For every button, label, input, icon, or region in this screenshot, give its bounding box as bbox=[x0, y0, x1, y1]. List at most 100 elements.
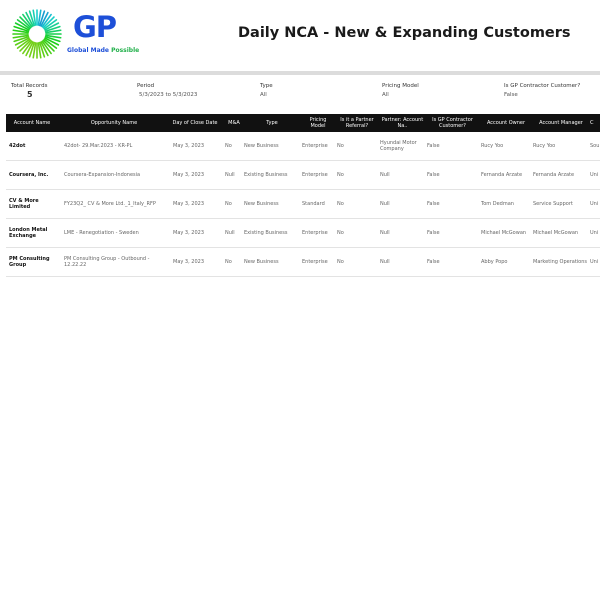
cell-account-owner: Fernanda Arzate bbox=[481, 171, 523, 178]
logo-tagline-accent: Possible bbox=[111, 47, 140, 54]
cell-m-and-a: No bbox=[225, 142, 232, 149]
filter-total-records: Total Records 5 bbox=[11, 83, 47, 99]
table-body: 42dot 42dot- 29.Mar.2023 - KR-PL May 3, 20… bbox=[6, 132, 600, 277]
cell-partner-account-name: Hyundai Motor Company bbox=[380, 139, 417, 153]
cell-account-manager: Service Support bbox=[533, 200, 573, 207]
cell-account-owner: Michael McGowan bbox=[481, 229, 527, 236]
cell-close-date: May 3, 2023 bbox=[173, 171, 205, 178]
column-header-opportunity-name[interactable]: Opportunity Name bbox=[64, 114, 164, 132]
cell-account-owner: Tom Dedman bbox=[481, 200, 514, 207]
cell-opportunity-name: Coursera-Expansion-Indonesia bbox=[64, 171, 141, 178]
cell-account-owner: Rucy Yoo bbox=[481, 142, 504, 149]
cell-country: Sou bbox=[590, 142, 600, 149]
cell-account-name: London Metal Exchange bbox=[9, 226, 48, 240]
cell-partner-referral: No bbox=[337, 229, 344, 236]
cell-partner-referral: No bbox=[337, 142, 344, 149]
dashboard-page: GP Global Made Possible Daily NCA - New … bbox=[0, 0, 600, 600]
cell-partner-account-name: Null bbox=[380, 258, 390, 265]
column-header-gp-contractor[interactable]: Is GP Contractor Customer? bbox=[427, 114, 478, 132]
filter-label: Type bbox=[260, 83, 273, 89]
cell-account-manager: Marketing Operations bbox=[533, 258, 587, 265]
filter-label: Is GP Contractor Customer? bbox=[504, 83, 581, 89]
column-header-account-manager[interactable]: Account Manager bbox=[533, 114, 589, 132]
logo-letters: GP bbox=[73, 10, 117, 44]
filter-value: 5 bbox=[27, 90, 33, 99]
cell-partner-referral: No bbox=[337, 171, 344, 178]
cell-account-name: Coursera, Inc. bbox=[9, 171, 49, 178]
column-header-country[interactable]: C bbox=[590, 114, 600, 132]
table-header-row: Account Name Opportunity Name Day of Close… bbox=[6, 114, 600, 132]
cell-close-date: May 3, 2023 bbox=[173, 229, 205, 236]
column-header-partner-referral[interactable]: Is it a Partner Referral? bbox=[337, 114, 377, 132]
cell-m-and-a: Null bbox=[225, 229, 235, 236]
filter-label: Period bbox=[137, 83, 155, 89]
cell-partner-account-name: Null bbox=[380, 229, 390, 236]
cell-account-name: CV & More Limited bbox=[9, 197, 39, 211]
filter-period[interactable]: Period 5/3/2023 to 5/3/2023 bbox=[137, 83, 197, 98]
column-header-type[interactable]: Type bbox=[244, 114, 300, 132]
filter-type[interactable]: Type All bbox=[260, 83, 273, 98]
cell-m-and-a: No bbox=[225, 258, 232, 265]
sunburst-logo-icon bbox=[12, 9, 62, 59]
cell-country: Uni bbox=[590, 171, 599, 178]
column-header-pricing-model[interactable]: Pricing Model bbox=[302, 114, 334, 132]
cell-type: Existing Business bbox=[244, 171, 288, 178]
table-row[interactable]: 42dot 42dot- 29.Mar.2023 - KR-PL May 3, 20… bbox=[6, 132, 600, 161]
cell-account-manager: Rucy Yoo bbox=[533, 142, 556, 149]
cell-pricing-model: Enterprise bbox=[302, 142, 328, 149]
cell-country: Uni Kin bbox=[590, 229, 600, 236]
cell-country: Uni Kin bbox=[590, 200, 600, 207]
filter-label: Pricing Model bbox=[382, 83, 419, 89]
cell-partner-account-name: Null bbox=[380, 171, 390, 178]
table-row[interactable]: PM Consulting Group PM Consulting Group -… bbox=[6, 248, 600, 277]
cell-gp-contractor: False bbox=[427, 142, 440, 149]
table-row[interactable]: Coursera, Inc. Coursera-Expansion-Indones… bbox=[6, 161, 600, 190]
cell-gp-contractor: False bbox=[427, 200, 440, 207]
cell-pricing-model: Enterprise bbox=[302, 229, 328, 236]
dashboard-header: GP Global Made Possible Daily NCA - New … bbox=[0, 0, 600, 72]
cell-country: Uni bbox=[590, 258, 599, 265]
logo-tagline: Global Made Possible bbox=[67, 47, 139, 54]
company-logo: GP Global Made Possible bbox=[11, 8, 139, 59]
filter-value: All bbox=[382, 92, 389, 98]
header-divider bbox=[0, 71, 600, 75]
cell-close-date: May 3, 2023 bbox=[173, 142, 205, 149]
cell-close-date: May 3, 2023 bbox=[173, 258, 205, 265]
cell-gp-contractor: False bbox=[427, 258, 440, 265]
cell-account-owner: Abby Popo bbox=[481, 258, 508, 265]
page-title: Daily NCA - New & Expanding Customers bbox=[238, 25, 571, 41]
logo-tagline-main: Global Made bbox=[67, 47, 112, 54]
cell-opportunity-name: FY23Q2_ CV & More Ltd._1_Italy_RFP bbox=[64, 200, 156, 207]
filter-gp-contractor[interactable]: Is GP Contractor Customer? False bbox=[504, 83, 580, 98]
table-row[interactable]: London Metal Exchange LME - Renegotiation… bbox=[6, 219, 600, 248]
filter-value: False bbox=[504, 92, 518, 98]
column-header-m-and-a[interactable]: M&A bbox=[225, 114, 243, 132]
table-row[interactable]: CV & More Limited FY23Q2_ CV & More Ltd._… bbox=[6, 190, 600, 219]
column-header-partner-account-name[interactable]: Partner: Account Na.. bbox=[380, 114, 425, 132]
cell-opportunity-name: LME - Renegotiation - Sweden bbox=[64, 229, 139, 236]
cell-pricing-model: Enterprise bbox=[302, 258, 328, 265]
cell-type: New Business bbox=[244, 258, 279, 265]
filter-bar: Total Records 5 Period 5/3/2023 to 5/3/2… bbox=[0, 78, 600, 108]
cell-partner-referral: No bbox=[337, 200, 344, 207]
cell-opportunity-name: 42dot- 29.Mar.2023 - KR-PL bbox=[64, 142, 133, 149]
column-header-account-name[interactable]: Account Name bbox=[6, 114, 58, 132]
cell-pricing-model: Enterprise bbox=[302, 171, 328, 178]
cell-m-and-a: No bbox=[225, 200, 232, 207]
filter-value: All bbox=[260, 92, 267, 98]
cell-type: New Business bbox=[244, 142, 279, 149]
cell-account-name: PM Consulting Group bbox=[9, 255, 50, 269]
cell-partner-referral: No bbox=[337, 258, 344, 265]
cell-pricing-model: Standard bbox=[302, 200, 325, 207]
filter-label: Total Records bbox=[11, 83, 48, 89]
filter-pricing-model[interactable]: Pricing Model All bbox=[382, 83, 419, 98]
cell-account-manager: Fernanda Arzate bbox=[533, 171, 575, 178]
column-header-close-date[interactable]: Day of Close Date bbox=[167, 114, 223, 132]
cell-m-and-a: Null bbox=[225, 171, 235, 178]
cell-opportunity-name: PM Consulting Group - Outbound - 12.22.2… bbox=[64, 255, 150, 269]
column-header-account-owner[interactable]: Account Owner bbox=[481, 114, 531, 132]
cell-type: New Business bbox=[244, 200, 279, 207]
cell-type: Existing Business bbox=[244, 229, 288, 236]
customers-table: Account Name Opportunity Name Day of Close… bbox=[6, 114, 600, 277]
cell-gp-contractor: False bbox=[427, 229, 440, 236]
